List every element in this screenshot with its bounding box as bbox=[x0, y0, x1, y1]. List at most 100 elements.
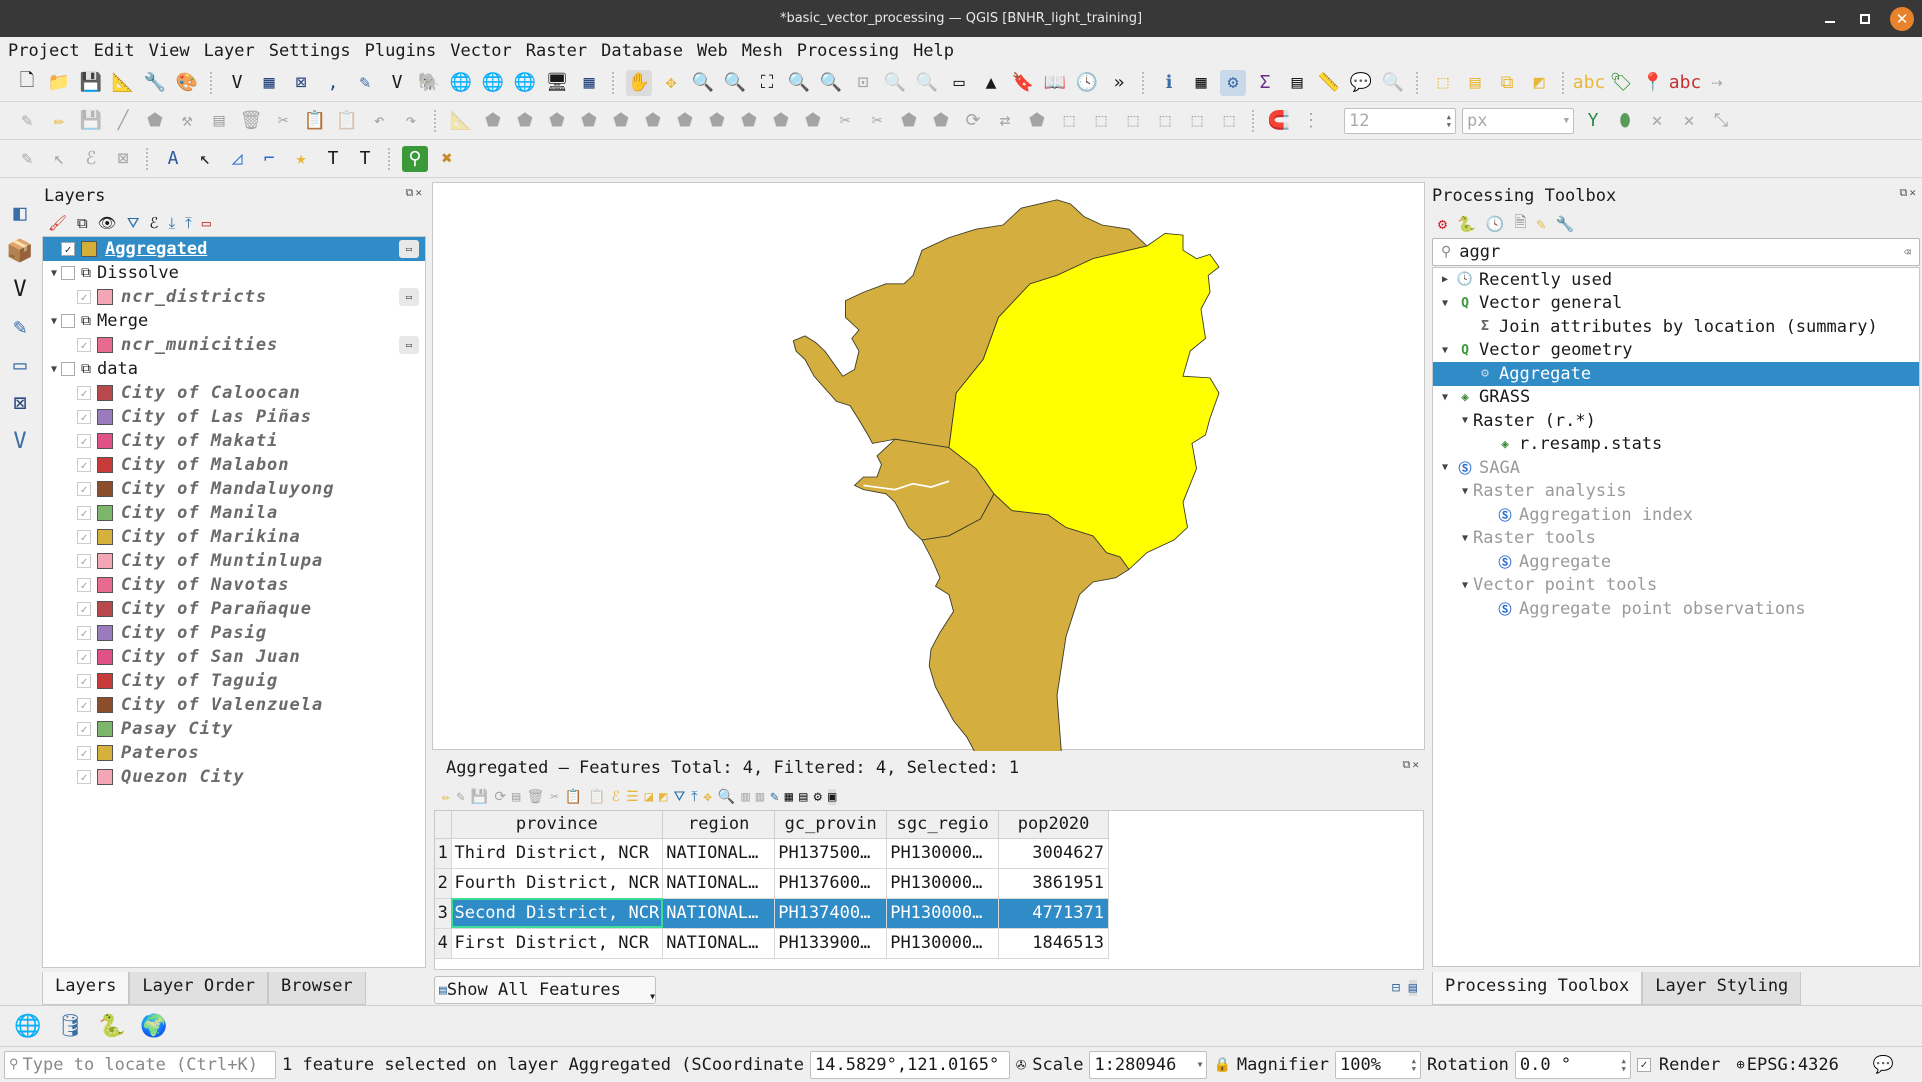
move-selection-top-icon[interactable]: ⤒ bbox=[691, 789, 697, 805]
cell-pop2020[interactable]: 4771371 bbox=[998, 898, 1109, 929]
field-calc-icon[interactable]: ▤ bbox=[799, 789, 807, 805]
add-postgis-icon[interactable]: 🐘 bbox=[416, 70, 442, 96]
menu-plugins[interactable]: Plugins bbox=[363, 41, 439, 61]
labeling-icon[interactable]: abc bbox=[1573, 70, 1606, 96]
row-number[interactable]: 2 bbox=[435, 868, 452, 899]
open-project-icon[interactable]: 📁 bbox=[46, 70, 72, 96]
locator-input[interactable]: ⚲ Type to locate (Ctrl+K) bbox=[4, 1050, 276, 1079]
layer-visibility-checkbox[interactable] bbox=[61, 314, 75, 328]
layer-visibility-checkbox[interactable]: ✓ bbox=[61, 242, 75, 256]
annotation-more-icon[interactable]: ⬚ bbox=[1088, 108, 1114, 134]
tab-processing-toolbox[interactable]: Processing Toolbox bbox=[1432, 972, 1643, 1005]
data-source-manager-icon[interactable]: ◧ bbox=[5, 198, 35, 228]
render-checkbox[interactable]: ✓ bbox=[1636, 1057, 1651, 1072]
layer-tree-item[interactable]: ✓ Quezon City bbox=[43, 765, 425, 789]
layer-tree-item[interactable]: ✓ City of Navotas bbox=[43, 573, 425, 597]
row-number[interactable]: 4 bbox=[435, 928, 452, 959]
save-project-icon[interactable]: 💾 bbox=[78, 70, 104, 96]
layer-visibility-checkbox[interactable]: ✓ bbox=[77, 650, 91, 664]
db-manager-icon[interactable]: 🛢 bbox=[56, 1012, 84, 1040]
select-tool-icon[interactable]: ↖ bbox=[192, 146, 218, 172]
new-bookmark-icon[interactable]: 🔖 bbox=[1010, 70, 1036, 96]
manage-visibility-icon[interactable]: 👁 bbox=[98, 214, 117, 232]
cell-sgc_regio[interactable]: PH130000… bbox=[886, 868, 1000, 899]
add-gps-layer-icon[interactable]: ✎ bbox=[352, 70, 378, 96]
menu-database[interactable]: Database bbox=[599, 41, 685, 61]
processing-tree-item[interactable]: ⚙ Aggregate bbox=[1433, 362, 1919, 386]
processing-tree-item[interactable]: ▼ Vector point tools bbox=[1433, 574, 1919, 598]
layer-visibility-checkbox[interactable]: ✓ bbox=[77, 458, 91, 472]
form-view-icon[interactable]: ⊟ bbox=[1392, 980, 1400, 996]
table-row[interactable]: 3 Second District, NCR NATIONAL… PH137400… P… bbox=[435, 898, 1109, 929]
expand-arrow-icon[interactable]: ▼ bbox=[1437, 392, 1453, 403]
paste-icon[interactable]: 📋 bbox=[588, 789, 605, 805]
expand-arrow-icon[interactable]: ▼ bbox=[1457, 415, 1473, 426]
expand-arrow-icon[interactable]: ▼ bbox=[1437, 345, 1453, 356]
layer-visibility-checkbox[interactable]: ✓ bbox=[77, 674, 91, 688]
processing-tree-item[interactable]: ▼ Raster analysis bbox=[1433, 480, 1919, 504]
paste-features-icon[interactable]: 📋 bbox=[334, 108, 360, 134]
layer-visibility-checkbox[interactable] bbox=[61, 362, 75, 376]
metasearch-icon[interactable]: 🌐 bbox=[14, 1012, 42, 1040]
shape-digitizing-icon[interactable]: ⬟ bbox=[480, 108, 506, 134]
processing-tree-item[interactable]: Ⓢ Aggregate point observations bbox=[1433, 597, 1919, 621]
add-delimited-text-icon[interactable]: , bbox=[320, 70, 346, 96]
split-features-icon[interactable]: ✂ bbox=[832, 108, 858, 134]
annotation-text-icon[interactable]: ⬚ bbox=[1216, 108, 1242, 134]
zoom-to-layer-icon[interactable]: 🔍 bbox=[818, 70, 844, 96]
open-field-calculator-icon[interactable]: ▦ bbox=[1188, 70, 1214, 96]
layer-tree-item[interactable]: ✓ City of Valenzuela bbox=[43, 693, 425, 717]
temporal-controller-icon[interactable]: 🕓 bbox=[1074, 70, 1100, 96]
cell-province[interactable]: Fourth District, NCR bbox=[451, 868, 664, 899]
collapse-arrow-icon[interactable]: ▶ bbox=[1437, 274, 1453, 285]
avoid-overlap-icon[interactable]: ⬮ bbox=[1612, 108, 1638, 134]
refresh-icon[interactable]: » bbox=[1106, 70, 1132, 96]
layer-tree-item[interactable]: ✓ Aggregated ▭ bbox=[43, 237, 425, 261]
annotation-polygon-icon[interactable]: ⬚ bbox=[1152, 108, 1178, 134]
attribute-dock-buttons[interactable]: ⧉✕ bbox=[1403, 758, 1421, 772]
add-group-icon[interactable]: ⧉ bbox=[77, 214, 88, 232]
menu-vector[interactable]: Vector bbox=[448, 41, 513, 61]
temporary-layer-indicator-icon[interactable]: ▭ bbox=[399, 288, 419, 306]
add-virtual-layer-icon[interactable]: 🖥 bbox=[544, 70, 570, 96]
layer-tree[interactable]: ✓ Aggregated ▭ ▼ ⧉ Dissolve ✓ ncr_districts ▭ ▼ ⧉ M… bbox=[42, 236, 426, 968]
cell-region[interactable]: NATIONAL… bbox=[662, 928, 776, 959]
undo-icon[interactable]: ↶ bbox=[366, 108, 392, 134]
layer-visibility-checkbox[interactable]: ✓ bbox=[77, 578, 91, 592]
layer-visibility-checkbox[interactable] bbox=[61, 266, 75, 280]
column-header-province[interactable]: province bbox=[451, 811, 664, 839]
move-feature-icon[interactable]: ⬟ bbox=[512, 108, 538, 134]
spinner-icon[interactable]: ▲ ▼ bbox=[1447, 113, 1451, 129]
processing-tree-item[interactable]: ◈ r.resamp.stats bbox=[1433, 433, 1919, 457]
menu-edit[interactable]: Edit bbox=[92, 41, 137, 61]
layer-visibility-checkbox[interactable]: ✓ bbox=[77, 386, 91, 400]
layer-visibility-checkbox[interactable]: ✓ bbox=[77, 602, 91, 616]
deselect-all-icon[interactable]: ◩ bbox=[659, 789, 667, 805]
layout-manager-icon[interactable]: 🔧 bbox=[142, 70, 168, 96]
tracing-icon[interactable]: ⤡ bbox=[1708, 108, 1734, 134]
zoom-to-selected-icon[interactable]: 🔍 bbox=[718, 789, 735, 805]
measure-icon[interactable]: 📏 bbox=[1316, 70, 1342, 96]
label-tool-icon[interactable]: A bbox=[160, 146, 186, 172]
add-point-icon[interactable]: ★ bbox=[288, 146, 314, 172]
annotation-line-icon[interactable]: ⬚ bbox=[1184, 108, 1210, 134]
layer-visibility-checkbox[interactable]: ✓ bbox=[77, 626, 91, 640]
cell-gc_provin[interactable]: PH137500… bbox=[774, 838, 888, 869]
cell-pop2020[interactable]: 3004627 bbox=[998, 838, 1109, 869]
redo-icon[interactable]: ↷ bbox=[398, 108, 424, 134]
advanced-digitizing-icon[interactable]: 📐 bbox=[448, 108, 474, 134]
rotate-feature-icon[interactable]: ⬟ bbox=[544, 108, 570, 134]
maximize-button[interactable] bbox=[1860, 0, 1874, 37]
copy-features-icon[interactable]: 📋 bbox=[302, 108, 328, 134]
vertex-tool-icon[interactable]: ⚒ bbox=[174, 108, 200, 134]
delete-ring-icon[interactable]: ⬟ bbox=[704, 108, 730, 134]
layer-tree-item[interactable]: ✓ City of Caloocan bbox=[43, 381, 425, 405]
menu-web[interactable]: Web bbox=[695, 41, 730, 61]
multi-edit-icon[interactable]: ✎ bbox=[456, 789, 464, 805]
crs-button[interactable]: EPSG:4326 bbox=[1747, 1055, 1839, 1075]
text-annotation-icon[interactable]: T bbox=[320, 146, 346, 172]
snapping-magnet-icon[interactable]: 🧲 bbox=[1266, 108, 1292, 134]
dock-table-icon[interactable]: ▣ bbox=[827, 789, 837, 805]
layer-tree-item[interactable]: ✓ City of Pasig bbox=[43, 621, 425, 645]
processing-tree-item[interactable]: Σ Join attributes by location (summary) bbox=[1433, 315, 1919, 339]
